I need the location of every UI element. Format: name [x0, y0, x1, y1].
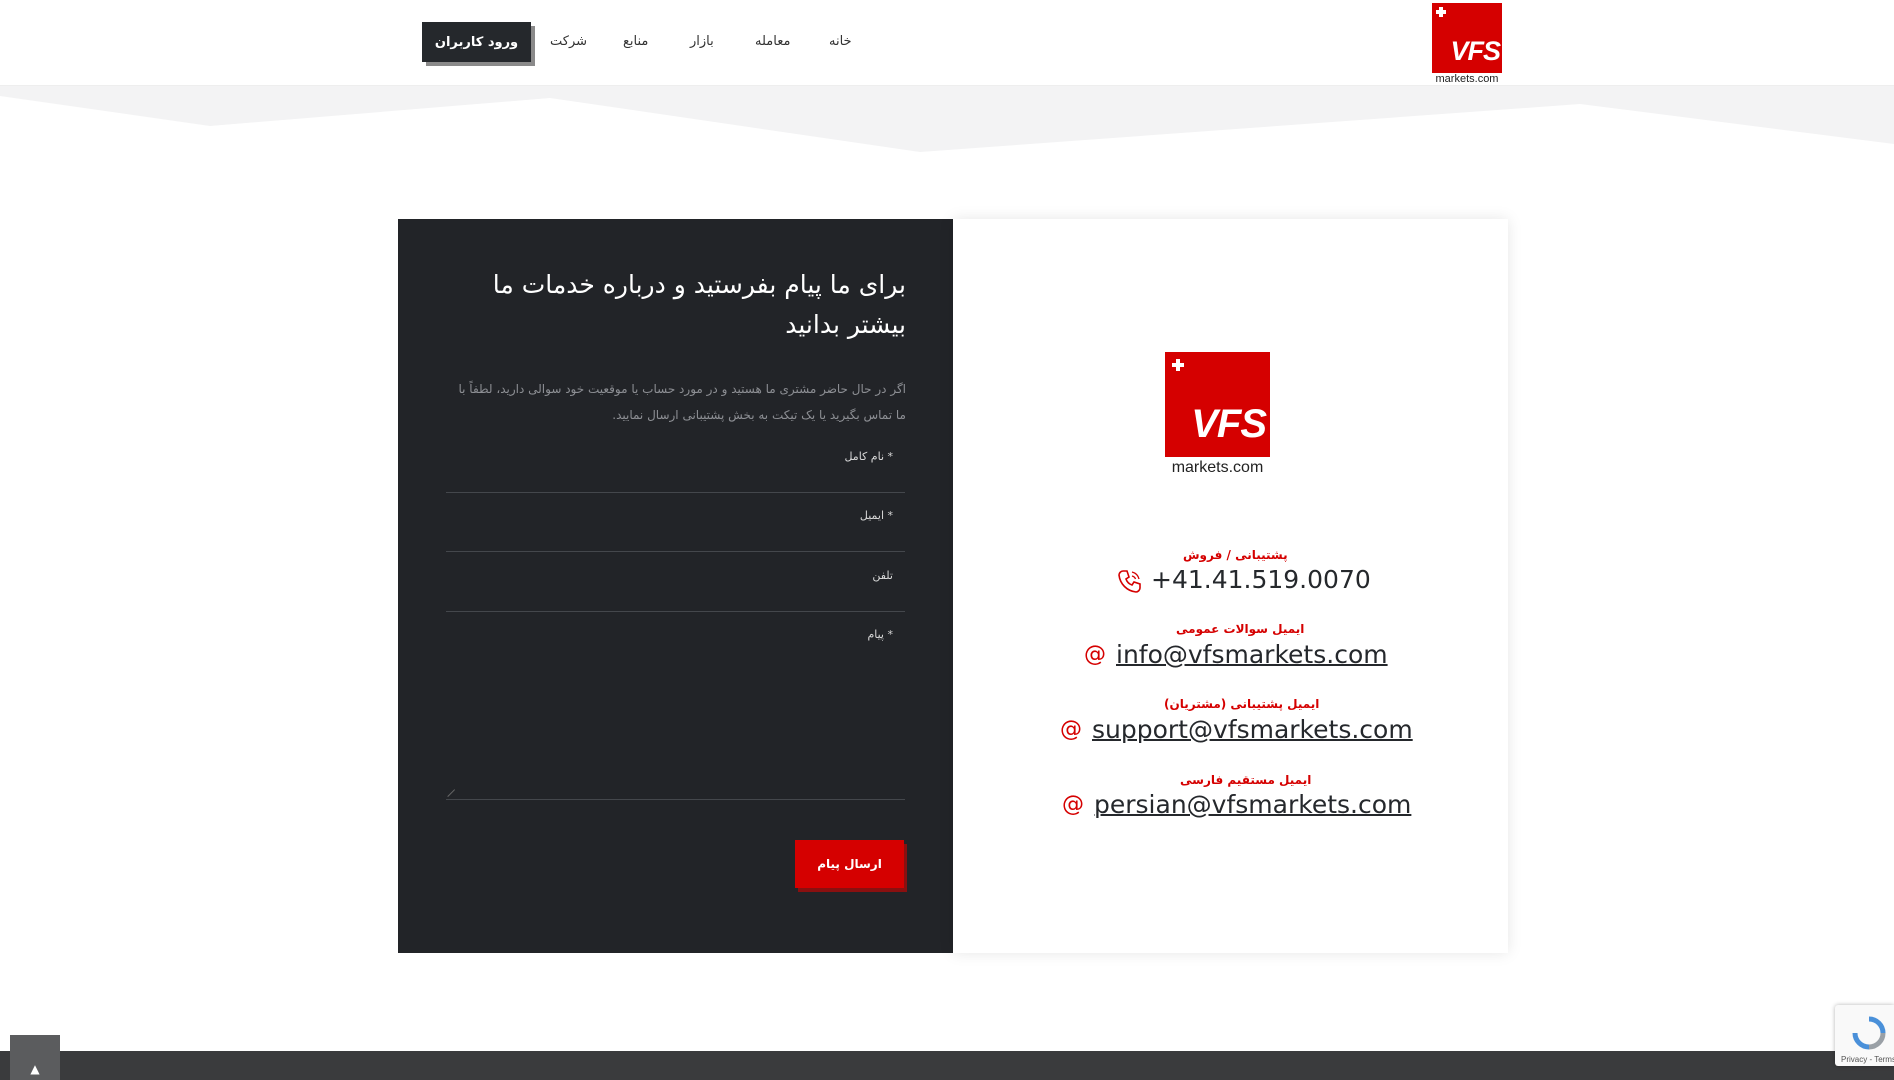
nav-item-company[interactable]: شرکت [550, 34, 587, 49]
phone-number[interactable]: +41.41.519.0070 [1151, 565, 1371, 594]
support-email-label: ایمیل پشتیبانی (مشتریان) [1164, 697, 1320, 711]
vfs-logo-large: VFS markets.com [1165, 352, 1270, 477]
logo-domain-large: markets.com [1171, 459, 1264, 476]
message-label: * پیام [867, 628, 893, 641]
swiss-cross-icon [1436, 7, 1446, 17]
phone-icon [1118, 570, 1141, 593]
recaptcha-badge[interactable]: Privacy - Terms [1835, 1005, 1894, 1066]
nav-item-home[interactable]: خانه [829, 34, 852, 49]
logo-mark-large: VFS [1165, 352, 1270, 457]
at-icon: @ [1084, 642, 1106, 667]
full-name-label: * نام کامل [844, 450, 893, 463]
email-field[interactable]: * ایمیل [446, 509, 905, 552]
phone-label: تلفن [872, 569, 893, 582]
recaptcha-text[interactable]: Privacy - Terms [1841, 1055, 1894, 1064]
form-description: اگر در حال حاضر مشتری ما هستید و در مورد… [458, 382, 907, 422]
footer-bar [0, 1051, 1894, 1080]
send-message-button[interactable]: ارسال پیام [795, 840, 904, 888]
logo-letters: VFS [1450, 36, 1501, 66]
site-header: VFS markets.com خانه معامله بازار منابع … [0, 0, 1894, 86]
support-email-link[interactable]: support@vfsmarkets.com [1092, 715, 1413, 744]
logo-mark: VFS [1432, 3, 1502, 73]
persian-email-label: ایمیل مستقیم فارسی [1180, 773, 1312, 787]
vfs-logo[interactable]: VFS markets.com [1432, 3, 1502, 85]
decorative-band [0, 86, 1894, 152]
nav-item-market[interactable]: بازار [690, 34, 714, 49]
swiss-cross-icon [1172, 359, 1184, 371]
logo-domain: markets.com [1435, 73, 1499, 85]
at-icon: @ [1062, 792, 1084, 817]
email-label: * ایمیل [859, 509, 893, 522]
full-name-field[interactable]: * نام کامل [446, 450, 905, 493]
nav-item-trading[interactable]: معامله [755, 34, 790, 49]
general-email-link[interactable]: info@vfsmarkets.com [1116, 640, 1388, 669]
chevron-up-icon: ▲ [30, 1062, 40, 1076]
recaptcha-icon [1852, 1016, 1886, 1050]
at-icon: @ [1060, 717, 1082, 742]
nav-item-resources[interactable]: منابع [623, 34, 648, 49]
login-button[interactable]: ورود کاربران [422, 22, 531, 62]
form-title: برای ما پیام بفرستید و درباره خدمات ما ب… [492, 270, 906, 339]
general-email-label: ایمیل سوالات عمومی [1176, 622, 1305, 636]
scroll-to-top-button[interactable]: ▲ [10, 1035, 60, 1080]
resize-handle-icon[interactable] [448, 789, 456, 797]
logo-letters-large: VFS [1191, 402, 1267, 446]
persian-email-link[interactable]: persian@vfsmarkets.com [1094, 790, 1411, 819]
phone-field[interactable]: تلفن [446, 569, 905, 612]
phone-label-text: پشتیبانی / فروش [1183, 548, 1288, 562]
message-field[interactable]: * پیام [446, 628, 905, 800]
